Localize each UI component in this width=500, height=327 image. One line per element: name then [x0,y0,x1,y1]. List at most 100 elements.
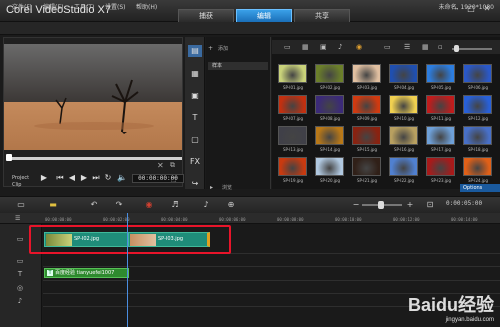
track-divider [43,266,500,267]
show-audio-icon[interactable]: ♪ [338,43,342,51]
library-thumbnail[interactable] [389,64,418,83]
library-thumbnail[interactable] [389,157,418,176]
undo-icon[interactable]: ↶ [88,200,100,210]
timeline-view-icon[interactable]: ▬ [47,200,59,210]
library-thumbnail[interactable] [389,126,418,145]
path-icon[interactable]: ↪ [188,178,202,190]
fx-icon[interactable]: FX [188,156,202,168]
mark-in-icon[interactable]: ✕ [157,161,164,170]
library-thumbnail[interactable] [278,64,307,83]
library-thumbnail-label: SP-I23.jpg [430,178,452,183]
zoom-in-timeline-icon[interactable]: + [404,200,416,210]
track-manager-icon[interactable]: ☰ [15,215,20,222]
goto-start-icon[interactable]: ⏮ [55,173,65,182]
menu-help[interactable]: 帮助(H) [136,2,157,11]
auto-music-icon[interactable]: ♪ [200,200,212,210]
instant-project-icon[interactable]: ▦ [188,68,202,80]
library-thumbnail[interactable] [389,95,418,114]
list-view-icon[interactable]: ☰ [404,43,410,51]
library-thumbnail[interactable] [352,126,381,145]
library-thumbnail[interactable] [278,126,307,145]
transition-icon[interactable]: ▣ [188,90,202,102]
overlay-track-icon[interactable]: ▭ [14,256,26,266]
library-thumbnail[interactable] [463,95,492,114]
scrubber-handle[interactable] [6,154,12,161]
tab-edit[interactable]: 编辑 [236,9,292,22]
library-thumbnail[interactable] [315,157,344,176]
timeline-playhead[interactable] [127,213,128,327]
browse-icon[interactable]: ▸ [210,184,213,191]
music-track-icon[interactable]: ♪ [14,296,26,306]
clip-mode-label[interactable]: Clip [12,182,21,188]
zoom-out-icon[interactable]: ▫ [438,43,443,51]
library-thumbnail[interactable] [426,157,455,176]
folder-icon[interactable]: ▭ [284,43,291,51]
library-thumbnail[interactable] [426,64,455,83]
library-thumbnail[interactable] [426,95,455,114]
sound-mixer-icon[interactable]: ♬ [169,200,181,210]
show-video-icon[interactable]: ▦ [302,43,309,51]
tab-share[interactable]: 共享 [294,9,350,22]
folder-item-sample[interactable]: 样本 [208,62,268,70]
next-frame-icon[interactable]: ▶ [79,173,89,182]
media-icon[interactable]: ▤ [188,45,202,57]
menu-edit[interactable]: 编辑(E) [43,2,63,11]
motion-tracking-icon[interactable]: ⊕ [225,200,237,210]
library-thumbnail[interactable] [426,126,455,145]
thumbnail-view-icon[interactable]: ▦ [422,43,429,51]
show-photo-icon[interactable]: ▣ [320,43,327,51]
play-icon[interactable]: ▶ [39,173,49,182]
library-thumbnail[interactable] [463,64,492,83]
library-thumbnail[interactable] [315,64,344,83]
library-thumbnail[interactable] [463,126,492,145]
redo-icon[interactable]: ↷ [113,200,125,210]
timeline-ruler[interactable] [0,213,500,224]
library-thumbnail[interactable] [352,64,381,83]
voice-track-icon[interactable]: ◎ [14,283,26,293]
project-mode-label[interactable]: Project [12,175,29,181]
browse-label[interactable]: 浏览 [222,184,232,191]
menu-settings[interactable]: 设置(S) [105,2,126,11]
timeline-zoom-knob[interactable] [378,201,384,209]
project-info: 未命名, 1920*1080 [438,4,494,11]
fit-project-icon[interactable]: ⊡ [424,200,436,210]
previous-frame-icon[interactable]: ◀ [67,173,77,182]
playback-scrubber[interactable] [6,157,182,160]
title-track-icon[interactable]: T [14,269,26,279]
ruler-tick: 00:00:12:00 [393,217,420,222]
options-button[interactable]: Options [460,184,500,192]
split-clip-icon[interactable]: ⧉ [170,161,175,170]
storyboard-view-icon[interactable]: ▭ [15,200,27,210]
add-folder-label[interactable]: 添加 [218,45,228,52]
library-thumbnail-label: SP-I03.jpg [356,85,378,90]
library-thumbnail[interactable] [352,95,381,114]
volume-icon[interactable]: 🔈 [117,173,127,182]
thumbnail-size-knob[interactable] [454,45,459,52]
title-clip[interactable]: 百度经验 tianyuefei1007 [44,268,129,278]
sort-icon[interactable]: ▭ [384,43,391,51]
repeat-icon[interactable]: ↻ [103,173,113,182]
library-thumbnail[interactable] [463,157,492,176]
add-folder-icon[interactable]: + [208,45,213,52]
library-thumbnail[interactable] [315,95,344,114]
library-thumbnail[interactable] [315,126,344,145]
menu-file[interactable]: 文件(F) [12,2,32,11]
watermark: Baidu经验 jingyan.baidu.com [408,291,494,323]
ruler-tick: 00:00:10:00 [335,217,362,222]
menu-tools[interactable]: 工具(T) [74,2,94,11]
preview-window[interactable] [4,44,182,150]
graphic-icon[interactable]: ▢ [188,134,202,146]
library-thumbnail[interactable] [278,157,307,176]
zoom-out-timeline-icon[interactable]: − [350,200,362,210]
library-thumbnail-label: SP-I01.jpg [282,85,304,90]
goto-end-icon[interactable]: ⏭ [91,173,101,182]
enlarge-icon[interactable]: ⬚ [171,176,177,183]
library-thumbnail[interactable] [352,157,381,176]
library-thumbnail[interactable] [278,95,307,114]
title-icon[interactable]: T [188,112,202,124]
record-capture-icon[interactable]: ◉ [143,200,155,210]
timeline-timecode[interactable]: 0:00:05:00 [446,200,482,207]
import-icon[interactable]: ◉ [356,43,362,51]
video-track-icon[interactable]: ▭ [14,234,26,244]
tab-capture[interactable]: 捕获 [178,9,234,22]
